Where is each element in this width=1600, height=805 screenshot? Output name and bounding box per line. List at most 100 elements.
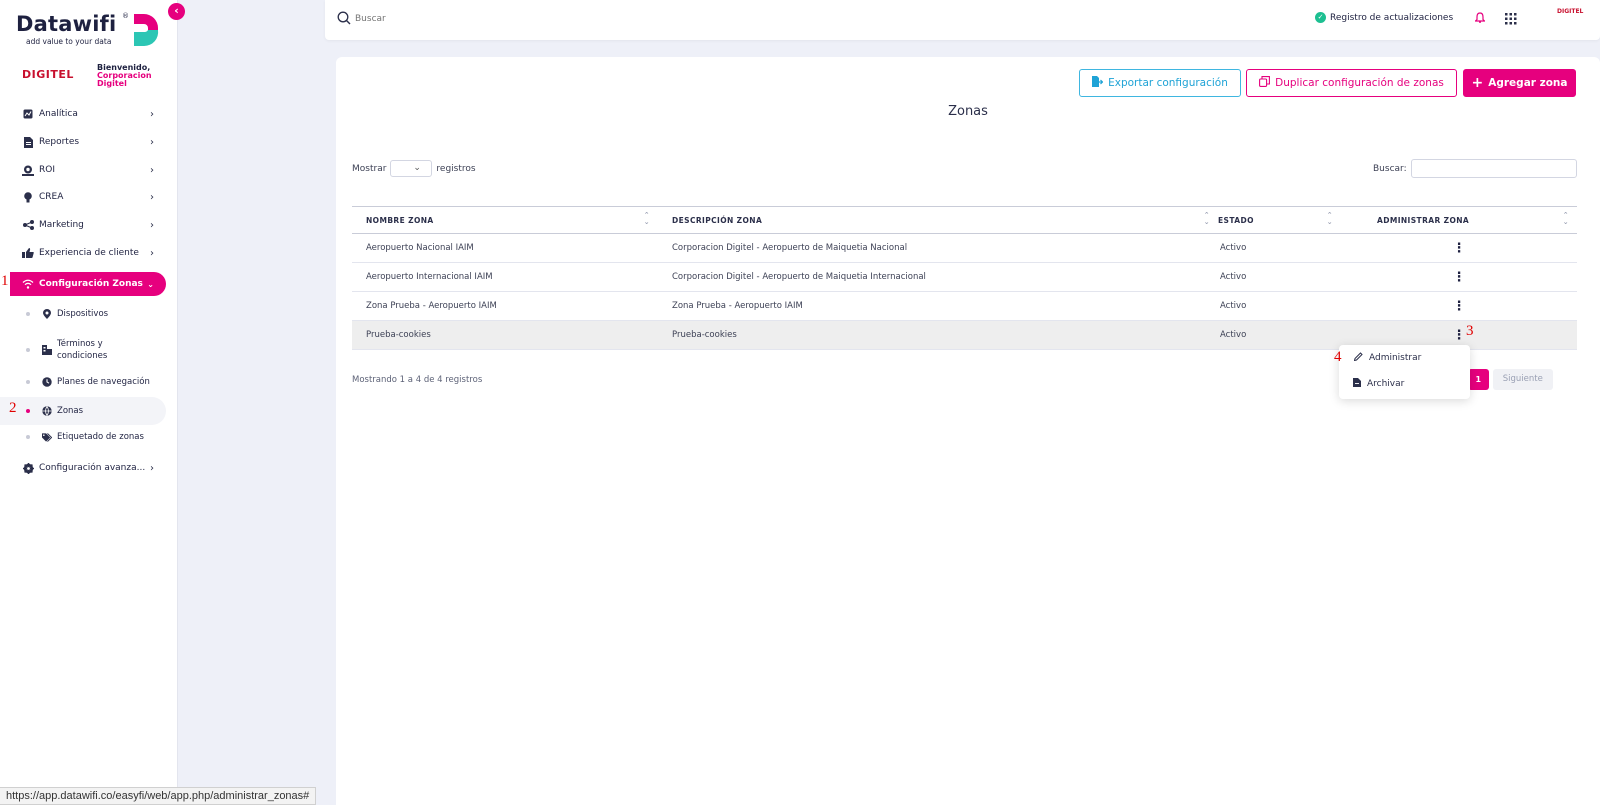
chevron-right-icon: › bbox=[150, 462, 154, 474]
top-bar: ✓ Registro de actualizaciones DIGITEL bbox=[325, 0, 1600, 40]
zones-card: Exportar configuración Duplicar configur… bbox=[336, 57, 1600, 805]
menu-item-administrar[interactable]: Administrar bbox=[1353, 352, 1421, 364]
more-vertical-icon[interactable]: ⋮ bbox=[1341, 262, 1577, 292]
sidebar-subitem-label: Planes de navegación bbox=[57, 377, 150, 387]
sidebar-item-label: Experiencia de cliente bbox=[39, 248, 139, 258]
sidebar-subitem-etiquetado[interactable]: Etiquetado de zonas bbox=[0, 429, 166, 445]
sidebar-item-crea[interactable]: CREA › bbox=[0, 185, 166, 209]
more-vertical-icon[interactable]: ⋮ bbox=[1341, 291, 1577, 321]
table-header-row: NOMBRE ZONA ⌃ ⌄ DESCRIPCIÓN ZONA ⌃ ⌄ ESTADO ⌃… bbox=[352, 206, 1577, 234]
column-header-name[interactable]: NOMBRE ZONA ⌃ ⌄ bbox=[352, 206, 658, 234]
zone-status-cell: Activo bbox=[1218, 320, 1341, 350]
user-brand-avatar[interactable]: DIGITEL bbox=[1557, 8, 1583, 15]
add-zone-button[interactable]: + Agregar zona bbox=[1463, 69, 1576, 97]
table-filter-control: Buscar: bbox=[1373, 159, 1577, 178]
clock-icon bbox=[42, 377, 52, 387]
column-header-manage[interactable]: ADMINISTRAR ZONA ⌃ ⌄ bbox=[1341, 206, 1577, 234]
bullet-dot bbox=[26, 312, 30, 316]
sidebar-item-reportes[interactable]: Reportes › bbox=[0, 130, 166, 154]
sidebar-subitem-terminos[interactable]: Términos y condiciones bbox=[0, 337, 166, 363]
column-header-label: DESCRIPCIÓN ZONA bbox=[672, 215, 763, 225]
sidebar-subitem-planes[interactable]: Planes de navegación bbox=[0, 374, 166, 390]
sidebar-subitem-dispositivos[interactable]: Dispositivos bbox=[0, 306, 166, 322]
sort-icon: ⌃ ⌄ bbox=[1562, 211, 1569, 226]
length-suffix: registros bbox=[436, 163, 476, 174]
duplicate-zones-config-button[interactable]: Duplicar configuración de zonas bbox=[1246, 69, 1457, 97]
pagination-next[interactable]: Siguiente bbox=[1492, 369, 1553, 390]
map-pin-icon bbox=[42, 309, 52, 319]
sidebar-item-label: Reportes bbox=[39, 137, 80, 147]
sidebar-subitem-label: Etiquetado de zonas bbox=[57, 432, 144, 442]
table-search-input[interactable] bbox=[1410, 159, 1577, 178]
sidebar-subitem-label: Términos y condiciones bbox=[57, 339, 108, 361]
sort-icon: ⌃ ⌄ bbox=[1326, 211, 1333, 226]
table-row: Aeropuerto Nacional IAIM Corporacion Dig… bbox=[352, 233, 1577, 263]
sidebar-item-label: ROI bbox=[39, 165, 55, 175]
digitel-brand-logo: DIGITEL bbox=[22, 68, 74, 81]
zone-description-cell: Zona Prueba - Aeropuerto IAIM bbox=[658, 291, 1218, 321]
zone-description-cell: Corporacion Digitel - Aeropuerto de Maiq… bbox=[658, 233, 1218, 263]
building-icon bbox=[42, 345, 52, 355]
report-icon bbox=[22, 136, 34, 148]
chevron-right-icon: › bbox=[150, 247, 154, 259]
bullet-dot bbox=[26, 435, 30, 439]
menu-item-label: Archivar bbox=[1367, 379, 1405, 389]
bell-icon[interactable] bbox=[1474, 12, 1486, 26]
length-prefix: Mostrar bbox=[352, 163, 387, 174]
wifi-icon bbox=[22, 278, 34, 290]
bullet-dot bbox=[26, 409, 30, 413]
zone-description-cell: Corporacion Digitel - Aeropuerto de Maiq… bbox=[658, 262, 1218, 292]
menu-item-archivar[interactable]: Archivar bbox=[1353, 378, 1404, 390]
bullet-dot bbox=[26, 348, 30, 352]
chevron-down-icon: ⌄ bbox=[147, 279, 154, 289]
pagination-page-1[interactable]: 1 bbox=[1467, 369, 1489, 390]
logo-text: Datawifi bbox=[16, 12, 117, 36]
table-info: Mostrando 1 a 4 de 4 registros bbox=[352, 375, 483, 385]
more-vertical-icon[interactable]: ⋮ bbox=[1341, 233, 1577, 263]
zone-status-cell: Activo bbox=[1218, 262, 1341, 292]
datawifi-logo[interactable]: Datawifi ® add value to your data bbox=[16, 12, 166, 52]
column-header-status[interactable]: ESTADO ⌃ ⌄ bbox=[1218, 206, 1341, 234]
sidebar-item-marketing[interactable]: Marketing › bbox=[0, 213, 166, 237]
chevron-right-icon: › bbox=[150, 219, 154, 231]
global-search-input[interactable] bbox=[355, 11, 615, 27]
sidebar-subitem-label: Zonas bbox=[57, 406, 84, 416]
copy-icon bbox=[1259, 76, 1271, 90]
zones-table: NOMBRE ZONA ⌃ ⌄ DESCRIPCIÓN ZONA ⌃ ⌄ ESTADO ⌃… bbox=[352, 206, 1577, 350]
sidebar-subitem-zonas[interactable]: Zonas bbox=[0, 397, 166, 425]
sidebar-item-label: Configuración avanza... bbox=[39, 463, 146, 473]
globe-icon bbox=[42, 406, 52, 416]
search-icon bbox=[337, 11, 351, 25]
welcome-line-3: Digitel bbox=[97, 79, 127, 88]
chevron-right-icon: › bbox=[150, 136, 154, 148]
sidebar-item-analitica[interactable]: Analítica › bbox=[0, 102, 166, 126]
sidebar-item-configuracion-avanzada[interactable]: Configuración avanza... › bbox=[0, 456, 166, 480]
logo-mark-icon bbox=[134, 14, 159, 47]
gear-icon bbox=[22, 462, 34, 474]
sidebar-item-label: Analítica bbox=[39, 109, 78, 119]
updates-log-link[interactable]: ✓ Registro de actualizaciones bbox=[1315, 12, 1453, 23]
column-header-label: ADMINISTRAR ZONA bbox=[1377, 215, 1470, 225]
tags-icon bbox=[42, 432, 52, 442]
check-circle-icon: ✓ bbox=[1315, 12, 1326, 23]
updates-log-label: Registro de actualizaciones bbox=[1330, 12, 1454, 23]
export-config-button[interactable]: Exportar configuración bbox=[1079, 69, 1241, 97]
page-length-select[interactable]: ⌄ bbox=[390, 160, 433, 177]
chevron-left-icon[interactable]: ‹ bbox=[168, 3, 185, 20]
sidebar-item-roi[interactable]: ROI › bbox=[0, 158, 166, 182]
sidebar-item-label: Configuración Zonas bbox=[39, 279, 143, 289]
sidebar-item-configuracion-zonas[interactable]: Configuración Zonas ⌄ bbox=[10, 272, 166, 296]
sidebar-item-experiencia[interactable]: Experiencia de cliente › bbox=[0, 241, 166, 265]
column-header-description[interactable]: DESCRIPCIÓN ZONA ⌃ ⌄ bbox=[658, 206, 1218, 234]
bulb-icon bbox=[22, 191, 34, 203]
step-annotation-3: 3 bbox=[1466, 323, 1474, 339]
chevron-down-icon: ⌄ bbox=[413, 163, 421, 173]
apps-grid-icon[interactable] bbox=[1505, 13, 1517, 25]
sort-icon: ⌃ ⌄ bbox=[643, 211, 650, 226]
column-header-label: NOMBRE ZONA bbox=[366, 215, 434, 225]
table-row: Zona Prueba - Aeropuerto IAIM Zona Prueb… bbox=[352, 291, 1577, 321]
plus-icon: + bbox=[1471, 75, 1484, 91]
filter-label: Buscar: bbox=[1373, 163, 1407, 174]
zone-name-cell: Prueba-cookies bbox=[352, 320, 658, 350]
chevron-right-icon: › bbox=[150, 191, 154, 203]
